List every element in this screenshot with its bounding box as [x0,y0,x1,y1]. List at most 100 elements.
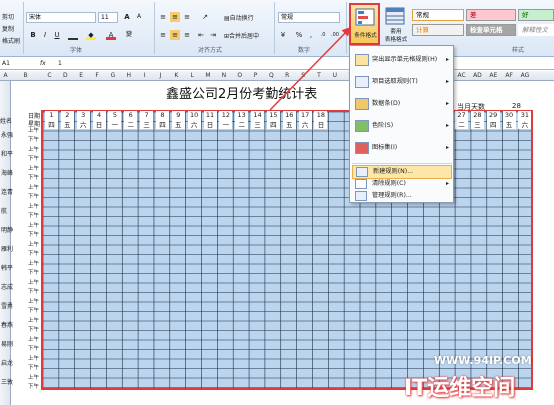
weekday-cell[interactable]: 日 [314,119,328,129]
column-header[interactable]: AG [520,72,531,79]
borders-icon[interactable] [68,30,78,40]
weekday-cell[interactable]: 四 [155,119,169,129]
style-calc[interactable]: 计算 [412,24,464,36]
style-normal[interactable]: 常规 [412,9,464,21]
column-header[interactable]: G [107,72,118,79]
column-header[interactable]: L [187,72,198,79]
copy-button[interactable]: 复制 [2,24,14,33]
date-cell[interactable]: 29 [486,111,500,119]
weekday-cell[interactable]: 五 [502,119,516,129]
date-cell[interactable]: 1 [45,111,58,119]
date-cell[interactable]: 9 [171,111,185,119]
weekday-cell[interactable]: 四 [486,119,500,129]
column-header[interactable]: AD [472,72,483,79]
weekday-cell[interactable]: 四 [266,119,280,129]
menu-item[interactable]: 色阶(S) ▸ [352,116,452,136]
weekday-cell[interactable]: 三 [140,119,154,129]
align-center-icon[interactable]: ≡ [170,30,180,40]
date-cell[interactable]: 2 [60,111,74,119]
increase-indent-icon[interactable]: ⇥ [208,30,218,40]
column-header[interactable]: Q [266,72,277,79]
date-cell[interactable]: 30 [502,111,516,119]
weekday-cell[interactable]: 二 [235,119,249,129]
align-top-icon[interactable]: ≡ [158,12,168,22]
name-box[interactable]: A1 [2,60,10,67]
column-header[interactable]: P [250,72,261,79]
increase-decimal-icon[interactable]: .0 [318,30,328,40]
date-cell[interactable]: 13 [235,111,249,119]
weekday-cell[interactable]: 六 [76,119,90,129]
font-name-select[interactable]: 宋体 [26,12,96,23]
format-painter-button[interactable]: 格式刷 [2,36,20,45]
conditional-format-button[interactable]: 条件格式 [349,3,380,45]
date-cell[interactable]: 14 [251,111,265,119]
column-header[interactable]: J [155,72,166,79]
decrease-decimal-icon[interactable]: .00 [330,30,340,40]
column-header[interactable]: A [0,72,11,79]
column-header[interactable]: F [92,72,103,79]
weekday-cell[interactable]: 四 [45,119,58,129]
date-cell[interactable]: 15 [266,111,280,119]
date-cell[interactable]: 28 [470,111,484,119]
decrease-indent-icon[interactable]: ⇤ [196,30,206,40]
weekday-cell[interactable]: 五 [60,119,74,129]
weekday-cell[interactable]: 三 [251,119,265,129]
column-header[interactable]: T [313,72,324,79]
shrink-font-button[interactable]: A [134,12,144,22]
column-header[interactable]: H [123,72,134,79]
new-rule-item[interactable]: 新建规则(N)... [352,165,452,179]
weekday-cell[interactable]: 二 [124,119,138,129]
currency-icon[interactable]: ¥ [278,30,288,40]
column-header[interactable]: C [44,72,55,79]
column-header[interactable]: R [282,72,293,79]
column-header[interactable]: D [60,72,71,79]
column-header[interactable]: N [218,72,229,79]
date-cell[interactable]: 12 [219,111,233,119]
menu-item[interactable]: 突出显示单元格规则(H) ▸ [352,50,452,70]
menu-item[interactable]: 项目选取规则(T) ▸ [352,72,452,92]
wrap-text-button[interactable]: ▤自动换行 [224,13,254,22]
menu-item[interactable]: 数据条(D) ▸ [352,94,452,114]
column-header[interactable]: U [329,72,340,79]
weekday-cell[interactable]: 一 [108,119,122,129]
column-header[interactable]: B [20,72,31,79]
italic-button[interactable]: I [40,30,50,40]
column-header[interactable]: AE [488,72,499,79]
style-good[interactable]: 好 [518,9,554,21]
date-cell[interactable]: 11 [203,111,217,119]
align-middle-icon[interactable]: ≡ [170,12,180,22]
fill-color-icon[interactable]: ◆ [86,30,96,40]
date-cell[interactable]: 3 [76,111,90,119]
bold-button[interactable]: B [28,30,38,40]
table-format-button[interactable]: 套用 表格格式 [381,28,411,44]
column-header[interactable]: AF [504,72,515,79]
weekday-cell[interactable]: 五 [282,119,296,129]
align-right-icon[interactable]: ≡ [182,30,192,40]
date-cell[interactable]: 10 [187,111,201,119]
weekday-cell[interactable]: 六 [518,119,532,129]
date-cell[interactable]: 16 [282,111,296,119]
comma-button[interactable]: , [306,30,316,40]
menu-item[interactable]: 图标集(I) ▸ [352,138,452,158]
grow-font-button[interactable]: A [122,12,132,22]
clear-rules-item[interactable]: 清除规则(C) ▸ [352,178,452,190]
cut-button[interactable]: 剪切 [2,12,14,21]
date-cell[interactable]: 7 [140,111,154,119]
weekday-cell[interactable]: 六 [187,119,201,129]
align-bottom-icon[interactable]: ≡ [182,12,192,22]
align-left-icon[interactable]: ≡ [158,30,168,40]
column-header[interactable]: I [139,72,150,79]
manage-rules-item[interactable]: 管理规则(R)... [352,190,452,202]
font-color-button[interactable]: A [106,30,116,40]
column-header[interactable]: K [171,72,182,79]
fx-icon[interactable]: fx [40,60,46,67]
column-header[interactable]: O [234,72,245,79]
weekday-cell[interactable]: 六 [298,119,312,129]
number-format-select[interactable]: 常规 [278,12,340,23]
date-cell[interactable]: 4 [92,111,106,119]
weekday-cell[interactable]: 一 [219,119,233,129]
phonetic-button[interactable]: 變 [124,30,134,40]
merge-center-button[interactable]: ⊞合并后居中 [224,31,259,40]
date-cell[interactable]: 5 [108,111,122,119]
date-cell[interactable]: 31 [518,111,532,119]
